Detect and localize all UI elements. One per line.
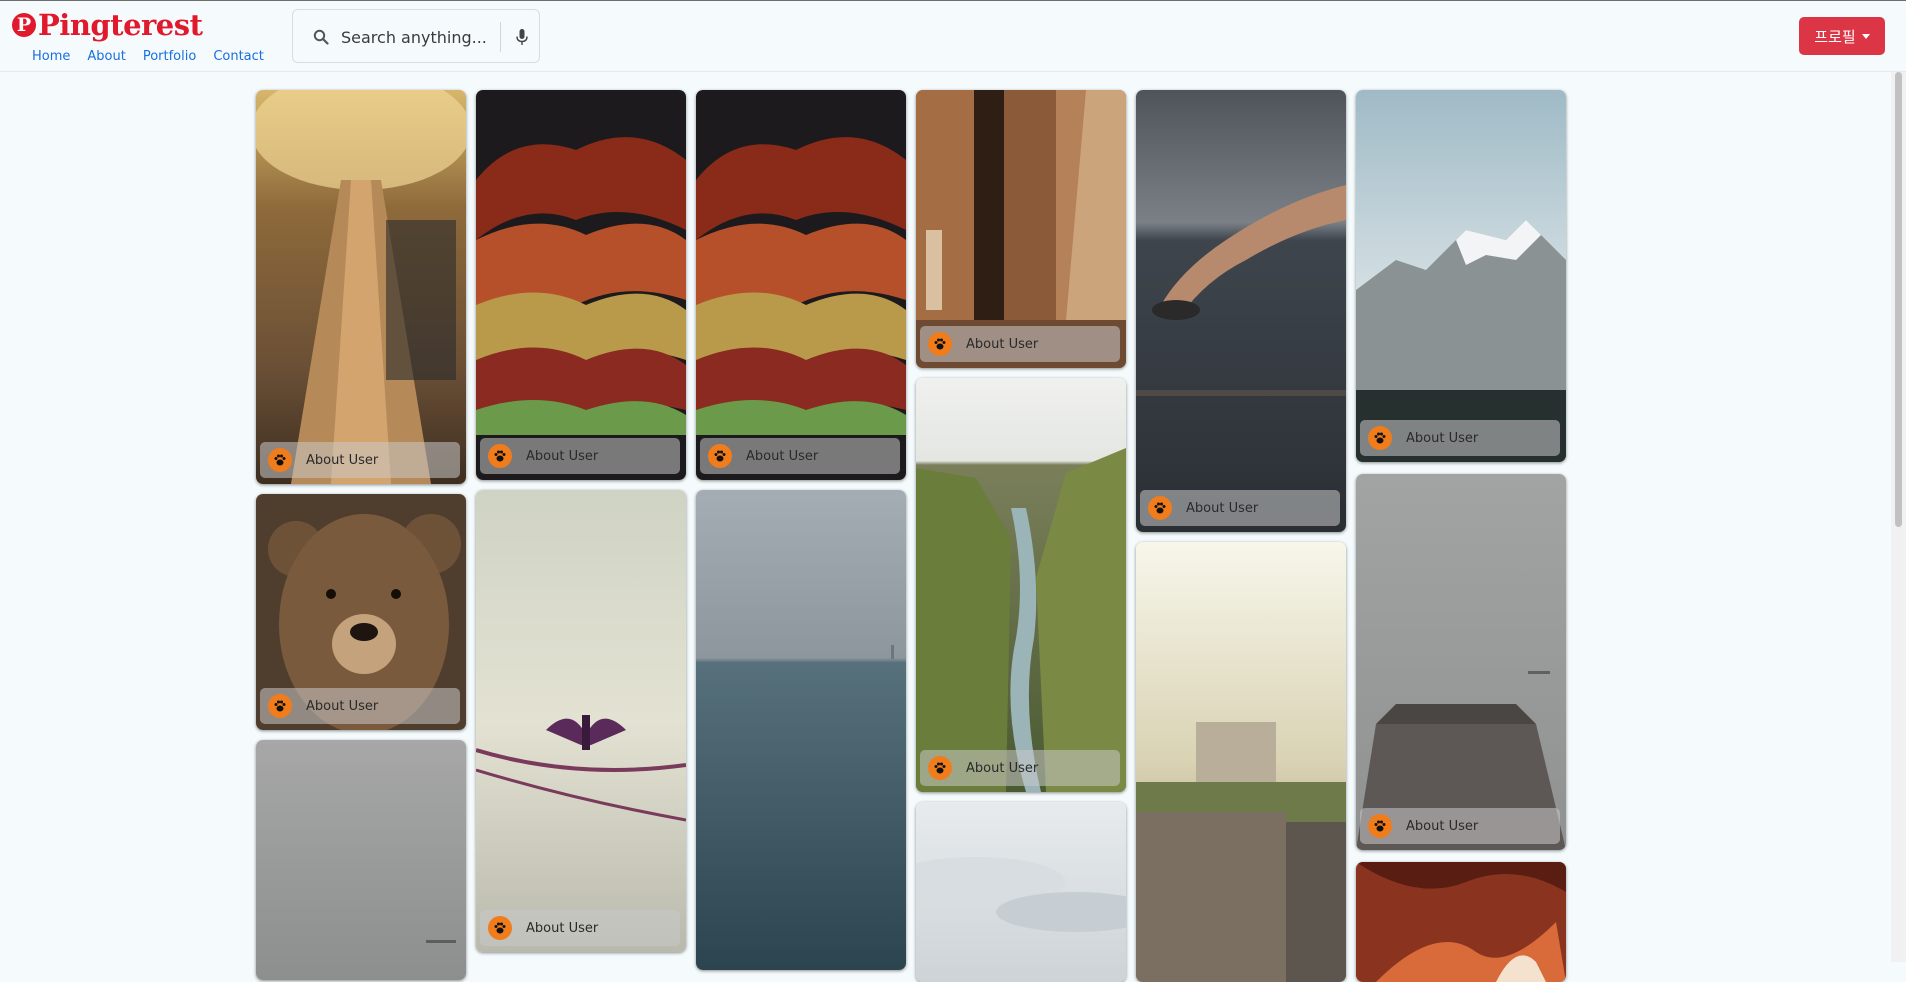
autumn-leaves-image [696, 90, 906, 480]
paw-icon [268, 448, 292, 472]
pin-card[interactable]: About User [1356, 474, 1566, 850]
page-scrollbar[interactable] [1891, 72, 1906, 962]
pin-card[interactable]: About User [476, 90, 686, 480]
cloudy-sky-image [916, 802, 1126, 982]
pin-user-bar[interactable]: About User [480, 438, 680, 474]
top-navbar: P Pingterest Home About Portfolio Contac… [0, 0, 1906, 72]
paw-icon [1148, 496, 1172, 520]
logo[interactable]: P Pingterest [12, 7, 203, 43]
nav-links: Home About Portfolio Contact [32, 49, 264, 64]
pinterest-logo-icon: P [12, 13, 36, 37]
red-canyon-image [1356, 862, 1566, 982]
pin-card[interactable]: About User [916, 378, 1126, 792]
pin-user-label: About User [306, 452, 379, 468]
pin-user-label: About User [966, 760, 1039, 776]
pin-user-label: About User [526, 448, 599, 464]
pin-card[interactable] [256, 740, 466, 980]
pin-card[interactable]: About User [1136, 90, 1346, 532]
profile-dropdown-button[interactable]: 프로필 [1799, 17, 1885, 55]
pin-user-label: About User [746, 448, 819, 464]
pin-user-bar[interactable]: About User [700, 438, 900, 474]
nav-link-home[interactable]: Home [32, 49, 70, 64]
paw-icon [268, 694, 292, 718]
pin-card[interactable] [696, 490, 906, 970]
sea-image [696, 490, 906, 970]
logo-text: Pingterest [38, 8, 203, 42]
pin-card[interactable]: About User [256, 494, 466, 730]
pin-user-bar[interactable]: About User [480, 910, 680, 946]
scrollbar-thumb[interactable] [1895, 72, 1902, 527]
pin-user-bar[interactable]: About User [920, 750, 1120, 786]
bird-on-rope-image [476, 490, 686, 952]
mountain-image [1356, 90, 1566, 462]
pin-user-bar[interactable]: About User [920, 326, 1120, 362]
pin-user-label: About User [1186, 500, 1259, 516]
nav-link-contact[interactable]: Contact [213, 49, 264, 64]
pin-user-label: About User [1406, 818, 1479, 834]
paw-icon [488, 916, 512, 940]
paw-icon [1368, 814, 1392, 838]
pin-user-bar[interactable]: About User [260, 688, 460, 724]
pin-card[interactable]: About User [1356, 90, 1566, 462]
pin-user-bar[interactable]: About User [260, 442, 460, 478]
paw-icon [708, 444, 732, 468]
nav-link-portfolio[interactable]: Portfolio [143, 49, 196, 64]
pin-user-bar[interactable]: About User [1360, 808, 1560, 844]
microphone-icon[interactable] [512, 27, 532, 47]
city-image [1136, 542, 1346, 982]
paw-icon [928, 332, 952, 356]
foggy-pier-image [1356, 474, 1566, 850]
search-input[interactable] [339, 25, 493, 49]
pin-card[interactable] [916, 802, 1126, 982]
pin-user-label: About User [1406, 430, 1479, 446]
pin-user-bar[interactable]: About User [1360, 420, 1560, 456]
pin-user-label: About User [526, 920, 599, 936]
fog-image [256, 740, 466, 980]
pin-card[interactable]: About User [476, 490, 686, 952]
search-icon [313, 29, 329, 45]
pin-card[interactable] [1356, 862, 1566, 982]
nav-link-about[interactable]: About [87, 49, 125, 64]
canyon-image [916, 378, 1126, 792]
paw-icon [1368, 426, 1392, 450]
swimmer-image [1136, 90, 1346, 532]
caret-down-icon [1861, 33, 1870, 39]
pin-user-label: About User [966, 336, 1039, 352]
pin-card[interactable]: About User [256, 90, 466, 484]
pin-card[interactable]: About User [916, 90, 1126, 368]
search-box [292, 9, 540, 63]
pin-card[interactable] [1136, 542, 1346, 982]
profile-label: 프로필 [1814, 27, 1856, 46]
escalator-tunnel-image [256, 90, 466, 484]
pin-user-label: About User [306, 698, 379, 714]
search-divider [500, 22, 501, 52]
paw-icon [928, 756, 952, 780]
paw-icon [488, 444, 512, 468]
pin-card[interactable]: About User [696, 90, 906, 480]
pin-user-bar[interactable]: About User [1140, 490, 1340, 526]
autumn-leaves-image [476, 90, 686, 480]
